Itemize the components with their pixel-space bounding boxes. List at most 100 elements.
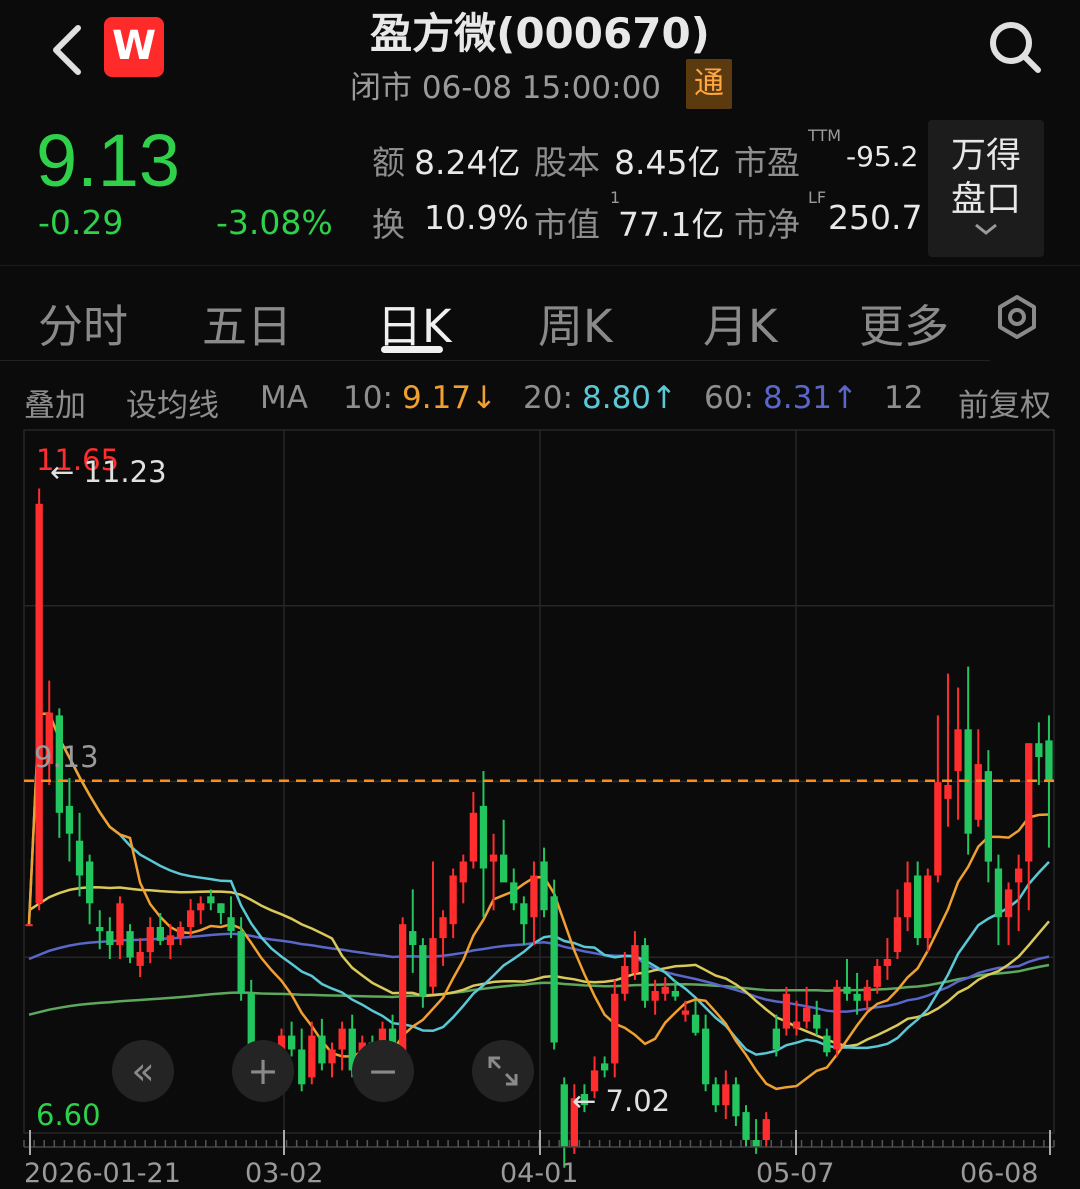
candle-body bbox=[459, 861, 467, 883]
ma-lines bbox=[27, 712, 1050, 1091]
candle-body bbox=[86, 861, 94, 904]
overlay-button[interactable]: 叠加 bbox=[24, 380, 86, 425]
candle-body bbox=[146, 927, 154, 953]
candle-body bbox=[136, 952, 144, 966]
candle-body bbox=[237, 931, 245, 994]
candle-body bbox=[500, 854, 508, 883]
candle-body bbox=[550, 896, 558, 1043]
plus-icon: + bbox=[247, 1049, 279, 1093]
candle-body bbox=[166, 935, 175, 945]
fullscreen-button[interactable] bbox=[472, 1040, 534, 1102]
candle-body bbox=[621, 966, 629, 994]
candle-body bbox=[954, 729, 962, 772]
date-label: 04-01 bbox=[500, 1158, 579, 1189]
mcap-value: 77.1亿 bbox=[618, 205, 725, 244]
candle-body bbox=[772, 1028, 780, 1050]
candle-body bbox=[308, 1035, 316, 1078]
date-label: 2026-01-21 bbox=[24, 1158, 181, 1189]
candle-body bbox=[1015, 868, 1023, 883]
pankou-button[interactable]: 万得 盘口 bbox=[928, 120, 1044, 257]
tab-intraday[interactable]: 分时 bbox=[38, 290, 128, 355]
set-ma-button[interactable]: 设均线 bbox=[126, 380, 219, 425]
tab-active-indicator bbox=[381, 346, 443, 353]
ma-yellow-line bbox=[28, 885, 1050, 1048]
candle-body bbox=[479, 805, 488, 869]
candle-body bbox=[651, 991, 659, 1001]
ma20-value: 8.80↑ bbox=[582, 380, 677, 416]
candle-body bbox=[873, 966, 881, 987]
pe-label: 市盈 bbox=[734, 143, 800, 182]
candle-body bbox=[742, 1112, 750, 1140]
candles bbox=[25, 488, 1053, 1168]
ma60-value: 8.31↑ bbox=[763, 380, 858, 416]
price-change: -0.29 bbox=[38, 203, 124, 242]
candle-body bbox=[116, 903, 124, 946]
candle-body bbox=[661, 986, 669, 994]
candle-body bbox=[75, 840, 84, 876]
candle-body bbox=[782, 993, 791, 1029]
candle-body bbox=[197, 903, 205, 911]
pb-label: 市净 bbox=[734, 205, 800, 244]
candle-body bbox=[65, 805, 74, 834]
candle-body bbox=[853, 993, 861, 1001]
candle-body bbox=[1025, 743, 1033, 862]
candle-body bbox=[318, 1035, 326, 1064]
turnover-value: 10.9% bbox=[424, 198, 529, 237]
ma10-value: 9.17↓ bbox=[402, 380, 497, 416]
search-button[interactable] bbox=[986, 18, 1044, 76]
mcap-label: 市值 bbox=[534, 205, 600, 244]
candle-body bbox=[712, 1084, 720, 1106]
scroll-left-button[interactable]: « bbox=[112, 1040, 174, 1102]
candle-body bbox=[449, 875, 457, 925]
tab-more[interactable]: 更多 bbox=[859, 290, 949, 355]
chart-settings-button[interactable] bbox=[996, 294, 1038, 340]
tab-five-day[interactable]: 五日 bbox=[202, 290, 292, 355]
candle-body bbox=[1004, 889, 1013, 918]
candle-body bbox=[601, 1063, 609, 1071]
candle-body bbox=[207, 896, 215, 904]
candle-body bbox=[883, 959, 891, 966]
pankou-line2: 盘口 bbox=[950, 180, 1021, 220]
candle-body bbox=[106, 931, 114, 945]
candle-body bbox=[823, 1035, 831, 1053]
tab-weekly-k[interactable]: 周K bbox=[538, 290, 613, 355]
candle-body bbox=[924, 875, 932, 939]
candle-body bbox=[469, 812, 477, 862]
candle-body bbox=[439, 917, 447, 939]
candle-body bbox=[994, 868, 1003, 918]
date-label: 05-07 bbox=[756, 1158, 835, 1189]
ma-count: 12 bbox=[884, 380, 924, 416]
candle-body bbox=[530, 875, 538, 918]
double-chevron-left-icon: « bbox=[131, 1049, 155, 1093]
candle-body bbox=[399, 924, 407, 1057]
candle-body bbox=[217, 903, 225, 913]
zoom-out-button[interactable]: − bbox=[352, 1040, 414, 1102]
low-marker: ← 7.02 bbox=[572, 1084, 670, 1118]
candle-body bbox=[762, 1119, 770, 1140]
candle-body bbox=[914, 875, 922, 939]
tab-monthly-k[interactable]: 月K bbox=[703, 290, 778, 355]
minus-icon: − bbox=[367, 1049, 399, 1093]
pb-value: 250.7 bbox=[828, 198, 923, 237]
candle-body bbox=[510, 882, 518, 904]
ma60-label: 60: bbox=[704, 380, 754, 416]
ma10-line bbox=[27, 712, 1050, 1091]
candle-body bbox=[96, 927, 104, 932]
market-status: 闭市 06-08 15:00:00 bbox=[350, 70, 662, 106]
turnover-label: 换 bbox=[372, 205, 405, 244]
candle-body bbox=[288, 1035, 296, 1050]
adjust-mode-button[interactable]: 前复权 bbox=[958, 380, 1051, 425]
ma10-label: 10: bbox=[343, 380, 393, 416]
candle-body bbox=[843, 986, 851, 994]
date-label: 03-02 bbox=[245, 1158, 324, 1189]
pankou-line1: 万得 bbox=[950, 136, 1021, 176]
divider bbox=[0, 360, 990, 361]
candle-body bbox=[671, 991, 679, 997]
zoom-in-button[interactable]: + bbox=[232, 1040, 294, 1102]
candle-body bbox=[681, 1010, 690, 1015]
candle-body bbox=[974, 764, 982, 820]
share-value: 8.45亿 bbox=[614, 143, 721, 182]
candle-body bbox=[298, 1049, 306, 1085]
candle-body bbox=[732, 1084, 740, 1117]
candle-body bbox=[328, 1049, 336, 1064]
